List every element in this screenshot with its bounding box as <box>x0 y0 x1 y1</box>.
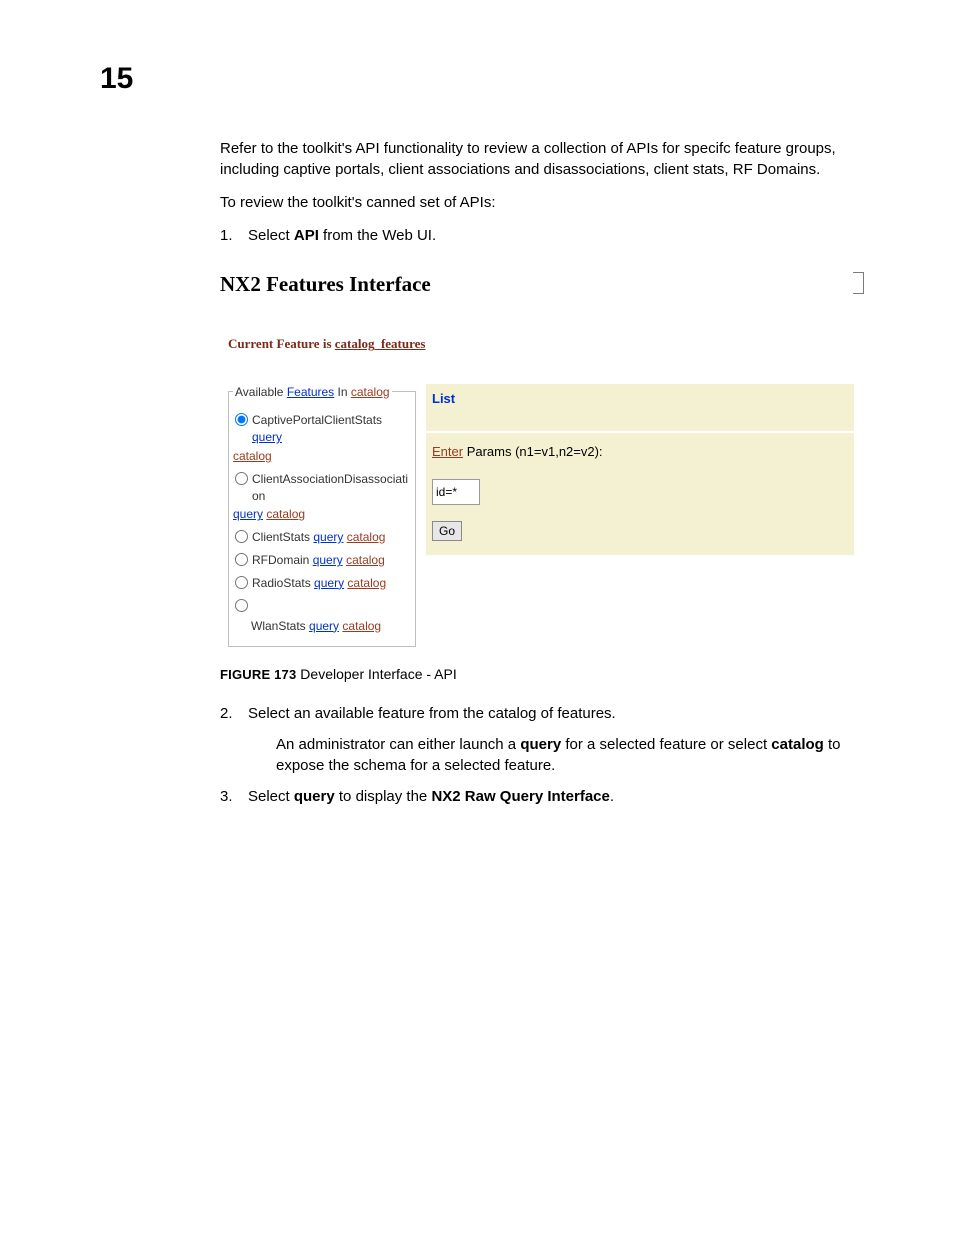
feature-name: WlanStats <box>251 619 309 633</box>
feature-text: CaptivePortalClientStats query <box>252 412 411 446</box>
s3-pre: Select <box>248 788 294 805</box>
current-feature-link[interactable]: catalog_features <box>335 336 426 351</box>
legend-features-link[interactable]: Features <box>287 385 334 399</box>
feature-row: RFDomain query catalog <box>233 552 411 569</box>
feature-row: query catalog <box>233 506 411 523</box>
legend-catalog-link[interactable]: catalog <box>351 385 390 399</box>
feature-radio[interactable] <box>235 413 248 426</box>
feature-row: CaptivePortalClientStats query <box>233 412 411 446</box>
feature-radio[interactable] <box>235 599 248 612</box>
feature-row: catalog <box>233 448 411 465</box>
step-2-detail: An administrator can either launch a que… <box>276 734 854 776</box>
features-legend: Available Features In catalog <box>233 384 392 401</box>
feature-name: ClientAssociationDisassociation <box>252 472 408 503</box>
s2-b2: catalog <box>771 736 824 753</box>
feature-query-link[interactable]: query <box>309 619 339 633</box>
feature-name: RFDomain <box>252 553 313 567</box>
feature-radio[interactable] <box>235 576 248 589</box>
s3-b2: NX2 Raw Query Interface <box>431 788 609 805</box>
page-number: 15 <box>100 58 133 100</box>
screenshot-title-text: NX2 Features Interface <box>220 272 431 296</box>
feature-name: RadioStats <box>252 576 314 590</box>
intro-para-1: Refer to the toolkit's API functionality… <box>220 138 854 180</box>
s2-b1: query <box>520 736 561 753</box>
current-feature-prefix: Current Feature is <box>228 336 335 351</box>
feature-radio[interactable] <box>235 553 248 566</box>
feature-radio[interactable] <box>235 530 248 543</box>
step-2-number: 2. <box>220 703 248 724</box>
s2-mid: for a selected feature or select <box>561 736 771 753</box>
legend-mid: In <box>334 385 351 399</box>
feature-query-link[interactable]: query <box>313 553 343 567</box>
feature-row: ClientAssociationDisassociation <box>233 471 411 505</box>
feature-radio[interactable] <box>235 472 248 485</box>
feature-text: RFDomain query catalog <box>252 552 411 569</box>
go-button[interactable]: Go <box>432 521 462 541</box>
feature-catalog-link[interactable]: catalog <box>233 449 272 463</box>
screenshot-title: NX2 Features Interface <box>220 270 854 299</box>
step-3-number: 3. <box>220 786 248 807</box>
s2-pre: An administrator can either launch a <box>276 736 520 753</box>
params-band: Enter Params (n1=v1,n2=v2): Go <box>426 433 854 555</box>
figure-caption: FIGURE 173 Developer Interface - API <box>220 665 854 685</box>
current-feature-label: Current Feature is catalog_features <box>228 335 854 353</box>
params-rest: Params (n1=v1,n2=v2): <box>463 444 602 459</box>
feature-row: ClientStats query catalog <box>233 529 411 546</box>
params-input[interactable] <box>432 479 480 505</box>
s3-post: . <box>610 788 614 805</box>
list-band: List <box>426 384 854 431</box>
feature-query-link[interactable]: query <box>314 576 344 590</box>
screenshot-figure: NX2 Features Interface Current Feature i… <box>220 270 854 647</box>
list-label[interactable]: List <box>432 391 455 406</box>
feature-name: ClientStats <box>252 530 313 544</box>
intro-para-2: To review the toolkit's canned set of AP… <box>220 192 854 213</box>
step-1-pre: Select <box>248 227 294 244</box>
feature-query-link[interactable]: query <box>233 507 263 521</box>
feature-query-link[interactable]: query <box>252 430 282 444</box>
params-line: Enter Params (n1=v1,n2=v2): <box>432 443 848 461</box>
feature-query-link[interactable]: query <box>313 530 343 544</box>
features-fieldset: Available Features In catalog CaptivePor… <box>228 384 416 648</box>
feature-catalog-link[interactable]: catalog <box>342 619 381 633</box>
feature-row: WlanStats query catalog <box>233 618 411 635</box>
step-1-number: 1. <box>220 225 248 246</box>
figure-title: Developer Interface - API <box>296 666 456 682</box>
feature-row <box>233 598 411 612</box>
feature-text: ClientStats query catalog <box>252 529 411 546</box>
feature-text: WlanStats query catalog <box>251 618 411 635</box>
step-1-text: Select API from the Web UI. <box>248 225 854 246</box>
feature-text: catalog <box>233 448 411 465</box>
legend-pre: Available <box>235 385 287 399</box>
feature-text: query catalog <box>233 506 411 523</box>
feature-row: RadioStats query catalog <box>233 575 411 592</box>
feature-catalog-link[interactable]: catalog <box>347 530 386 544</box>
step-1-post: from the Web UI. <box>319 227 436 244</box>
step-3-text: Select query to display the NX2 Raw Quer… <box>248 786 854 807</box>
feature-catalog-link[interactable]: catalog <box>347 576 386 590</box>
step-2-text: Select an available feature from the cat… <box>248 703 854 724</box>
scrollbar-sliver-icon <box>853 272 864 294</box>
feature-catalog-link[interactable]: catalog <box>346 553 385 567</box>
s3-mid: to display the <box>335 788 432 805</box>
feature-name: CaptivePortalClientStats <box>252 413 382 427</box>
feature-catalog-link[interactable]: catalog <box>266 507 305 521</box>
s3-b1: query <box>294 788 335 805</box>
step-1-bold: API <box>294 227 319 244</box>
figure-number: FIGURE 173 <box>220 667 296 682</box>
feature-text: RadioStats query catalog <box>252 575 411 592</box>
feature-text: ClientAssociationDisassociation <box>252 471 411 505</box>
enter-link[interactable]: Enter <box>432 444 463 459</box>
